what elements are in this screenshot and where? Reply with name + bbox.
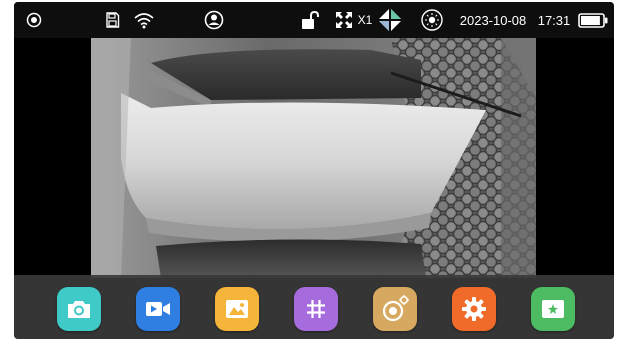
- grid-icon: [307, 300, 325, 318]
- camera-button[interactable]: [57, 287, 101, 331]
- device-screen: X1 2023-10-08 17:31: [14, 2, 614, 339]
- battery-icon: [577, 2, 609, 38]
- record-dot-icon[interactable]: [24, 2, 44, 38]
- screen-icon: [542, 300, 564, 318]
- lens-icon: [382, 295, 409, 322]
- image-icon: [226, 300, 248, 318]
- lock-open-icon[interactable]: [299, 2, 321, 38]
- user-icon[interactable]: [203, 2, 225, 38]
- sd-card-icon: [103, 2, 121, 38]
- camera-icon: [68, 301, 90, 318]
- screen-split-icon[interactable]: [376, 2, 404, 38]
- video-camera-icon: [146, 302, 170, 316]
- gallery-button[interactable]: [215, 287, 259, 331]
- expand-icon[interactable]: [333, 2, 355, 38]
- grid-button[interactable]: [294, 287, 338, 331]
- gear-icon: [462, 297, 486, 321]
- app-dock: [14, 275, 614, 339]
- camera-image: [91, 38, 536, 278]
- zoom-label: X1: [357, 13, 373, 27]
- brightness-icon[interactable]: [419, 2, 445, 38]
- battery-level-fill: [581, 15, 600, 25]
- wifi-icon: [132, 2, 156, 38]
- capture-settings-button[interactable]: [373, 287, 417, 331]
- status-bar: X1 2023-10-08 17:31: [14, 2, 614, 38]
- date-text: 2023-10-08: [459, 12, 527, 28]
- time-text: 17:31: [537, 12, 571, 28]
- screen-button[interactable]: [531, 287, 575, 331]
- camera-live-view[interactable]: [91, 38, 536, 278]
- video-button[interactable]: [136, 287, 180, 331]
- settings-button[interactable]: [452, 287, 496, 331]
